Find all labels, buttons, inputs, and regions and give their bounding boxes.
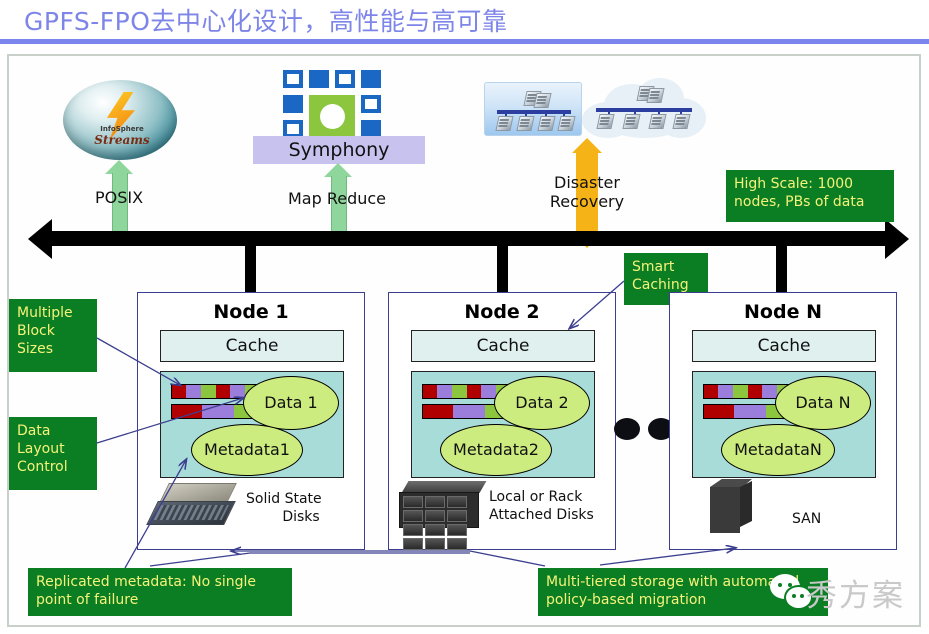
node-n-disk-line1: SAN bbox=[792, 511, 822, 527]
dlc-line2: Layout bbox=[17, 440, 65, 457]
dr-line1: Disaster bbox=[554, 173, 620, 192]
symphony-center-icon bbox=[309, 95, 355, 138]
mbs-line3: Sizes bbox=[17, 340, 54, 357]
node-2-data-ellipse: Data 2 bbox=[494, 376, 590, 430]
node-n-store: Data N MetadataN bbox=[692, 371, 876, 478]
bus-arrow-right-icon bbox=[885, 219, 909, 259]
interconnect-bus bbox=[45, 231, 887, 246]
node-2-disk-line2: Attached Disks bbox=[489, 506, 594, 523]
node-n-data-label: Data N bbox=[795, 393, 851, 412]
node-1-data-ellipse: Data 1 bbox=[243, 376, 339, 430]
cluster-icon bbox=[484, 82, 582, 136]
symphony-grid-icon bbox=[283, 70, 381, 138]
high-scale-line1: High Scale: 1000 bbox=[734, 176, 854, 192]
rm-line1: Replicated metadata: No single bbox=[36, 574, 257, 590]
node-1-title: Node 1 bbox=[213, 301, 289, 323]
node-2-disk-line1: Local or Rack bbox=[489, 489, 583, 505]
symphony-label-band: Symphony bbox=[253, 136, 425, 164]
node-1-store: Data 1 Metadata1 bbox=[160, 371, 344, 478]
bus-drop-node2 bbox=[497, 246, 508, 294]
watermark-text: 秀方案 bbox=[806, 578, 905, 614]
node-2-metadata-label: Metadata2 bbox=[453, 440, 539, 459]
node-n-data-ellipse: Data N bbox=[775, 376, 871, 430]
node-1-disk-label: Solid State Disks bbox=[246, 491, 356, 526]
callout-replicated-metadata: Replicated metadata: No single point of … bbox=[28, 568, 292, 616]
node-n-metadata-ellipse: MetadataN bbox=[721, 424, 835, 476]
node-1-data-label: Data 1 bbox=[264, 393, 318, 412]
high-scale-line2: nodes, PBs of data bbox=[734, 193, 865, 210]
node-n-cache-label: Cache bbox=[757, 336, 811, 356]
callout-multiple-block-sizes: Multiple Block Sizes bbox=[9, 299, 97, 372]
node-panel-2[interactable]: Node 2 Cache Data 2 Metadata2 Local or R… bbox=[388, 292, 616, 550]
node-2-cache-label: Cache bbox=[476, 336, 530, 356]
dlc-line1: Data bbox=[17, 423, 51, 439]
dr-line2: Recovery bbox=[549, 192, 625, 212]
dlc-line3: Control bbox=[17, 458, 68, 475]
cloud-cluster-icon bbox=[578, 76, 708, 140]
symphony-label: Symphony bbox=[288, 139, 390, 161]
node-n-disk-label: SAN bbox=[792, 511, 882, 529]
rm-line2: point of failure bbox=[36, 591, 139, 608]
node-n-cache: Cache bbox=[692, 330, 876, 362]
bus-drop-node1 bbox=[245, 246, 256, 294]
node-2-metadata-ellipse: Metadata2 bbox=[440, 424, 552, 476]
bus-arrow-left-icon bbox=[28, 219, 52, 259]
node-1-cache-label: Cache bbox=[225, 336, 279, 356]
streams-label-bottom: Streams bbox=[94, 133, 150, 147]
bus-drop-nodeN bbox=[776, 246, 787, 294]
node-2-disk-label: Local or Rack Attached Disks bbox=[489, 489, 613, 524]
node-ellipsis bbox=[614, 418, 676, 442]
node-2-cache: Cache bbox=[411, 330, 595, 362]
node-n-metadata-label: MetadataN bbox=[734, 440, 822, 459]
mbs-line2: Block bbox=[17, 322, 55, 339]
ssd-icon bbox=[146, 483, 237, 531]
node-1-cache: Cache bbox=[160, 330, 344, 362]
san-tower-icon bbox=[710, 479, 754, 533]
node-2-store: Data 2 Metadata2 bbox=[411, 371, 595, 478]
node-1-disk-line2: Disks bbox=[282, 508, 320, 525]
node-panel-n[interactable]: Node N Cache Data N MetadataN SAN bbox=[669, 292, 897, 550]
watermark: 秀方案 bbox=[768, 568, 918, 626]
node-panel-1[interactable]: Node 1 Cache Data 1 Metadata1 Solid Stat… bbox=[137, 292, 365, 550]
node-1-metadata-label: Metadata1 bbox=[204, 440, 290, 459]
callout-data-layout-control: Data Layout Control bbox=[9, 417, 97, 490]
posix-label: POSIX bbox=[94, 188, 144, 207]
node-1-metadata-ellipse: Metadata1 bbox=[191, 424, 303, 476]
title-divider bbox=[0, 39, 929, 44]
disaster-recovery-label: Disaster Recovery bbox=[528, 173, 646, 211]
callout-high-scale: High Scale: 1000 nodes, PBs of data bbox=[726, 170, 894, 222]
node-2-data-label: Data 2 bbox=[515, 393, 569, 412]
infosphere-streams-icon: InfoSphere Streams bbox=[63, 80, 177, 160]
mbs-line1: Multiple bbox=[17, 305, 73, 321]
mapreduce-label: Map Reduce bbox=[287, 189, 387, 208]
node-1-disk-line1: Solid State bbox=[246, 491, 322, 507]
sc-line1: Smart bbox=[632, 259, 675, 275]
disk-rack-icon bbox=[399, 481, 487, 550]
node-2-title: Node 2 bbox=[464, 301, 540, 323]
node-n-title: Node N bbox=[744, 301, 822, 323]
streams-label-top: InfoSphere bbox=[100, 125, 144, 133]
page-title: GPFS-FPO去中心化设计，高性能与高可靠 bbox=[24, 7, 508, 36]
